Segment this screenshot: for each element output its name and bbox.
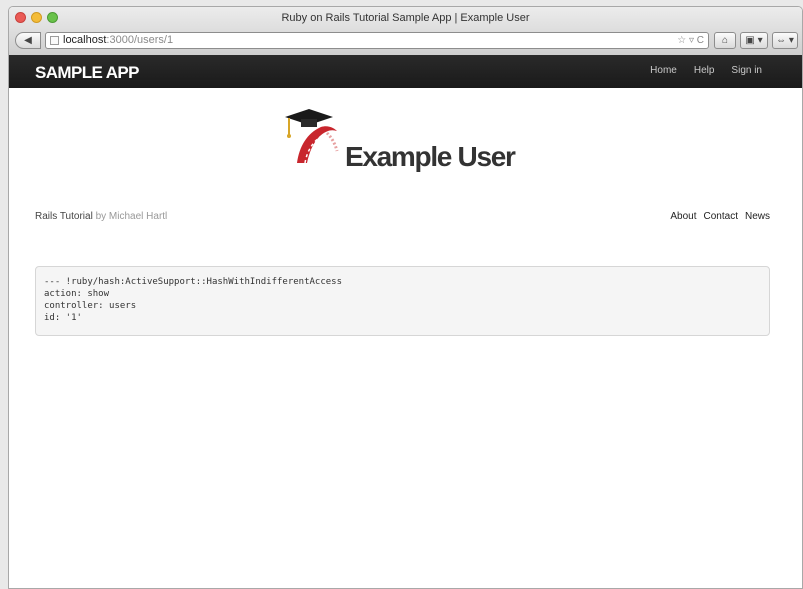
window-title: Ruby on Rails Tutorial Sample App | Exam…	[281, 12, 530, 24]
home-icon: ⌂	[721, 35, 729, 46]
back-button[interactable]: ◀	[15, 32, 41, 49]
tabs-icon: ▣ ▾	[745, 35, 763, 46]
navbar: SAMPLE APP Home Help Sign in	[9, 55, 802, 88]
footer-links: About Contact News	[670, 211, 770, 222]
extensions-icon: ⇔ ▾	[776, 35, 794, 46]
home-button[interactable]: ⌂	[714, 32, 736, 49]
about-link[interactable]: About	[670, 211, 696, 222]
nav-signin-link[interactable]: Sign in	[731, 65, 762, 76]
url-host: localhost	[63, 34, 107, 46]
byline: Rails Tutorial by Michael Hartl	[35, 211, 167, 222]
page-icon	[50, 36, 59, 45]
news-link[interactable]: News	[745, 211, 770, 222]
tabs-button[interactable]: ▣ ▾	[740, 32, 768, 49]
debug-line: controller: users	[44, 301, 137, 311]
debug-info: --- !ruby/hash:ActiveSupport::HashWithIn…	[35, 266, 770, 336]
nav-home-link[interactable]: Home	[650, 65, 677, 76]
url-path: :3000/users/1	[106, 34, 174, 46]
rails-tutorial-link[interactable]: Rails Tutorial	[35, 211, 93, 222]
back-arrow-icon: ◀	[24, 35, 32, 46]
brand-logo[interactable]: SAMPLE APP	[35, 63, 139, 83]
contact-link[interactable]: Contact	[704, 211, 738, 222]
address-bar[interactable]: localhost:3000/users/1 ☆ ▿ C	[45, 32, 709, 49]
bookmark-reload-icons[interactable]: ☆ ▿ C	[677, 33, 704, 48]
url-text: localhost:3000/users/1	[63, 33, 173, 48]
page-title: Example User	[345, 141, 516, 172]
title-bar: Ruby on Rails Tutorial Sample App | Exam…	[9, 7, 802, 56]
rails-logo-icon	[285, 109, 339, 164]
debug-line: id: '1'	[44, 313, 82, 323]
nav-links: Home Help Sign in	[650, 65, 762, 76]
author-text[interactable]: by Michael Hartl	[96, 211, 168, 222]
debug-line: --- !ruby/hash:ActiveSupport::HashWithIn…	[44, 277, 343, 287]
browser-window: Ruby on Rails Tutorial Sample App | Exam…	[8, 6, 803, 589]
extra-button[interactable]: ⇔ ▾	[772, 32, 798, 49]
nav-help-link[interactable]: Help	[694, 65, 715, 76]
debug-line: action: show	[44, 289, 110, 299]
